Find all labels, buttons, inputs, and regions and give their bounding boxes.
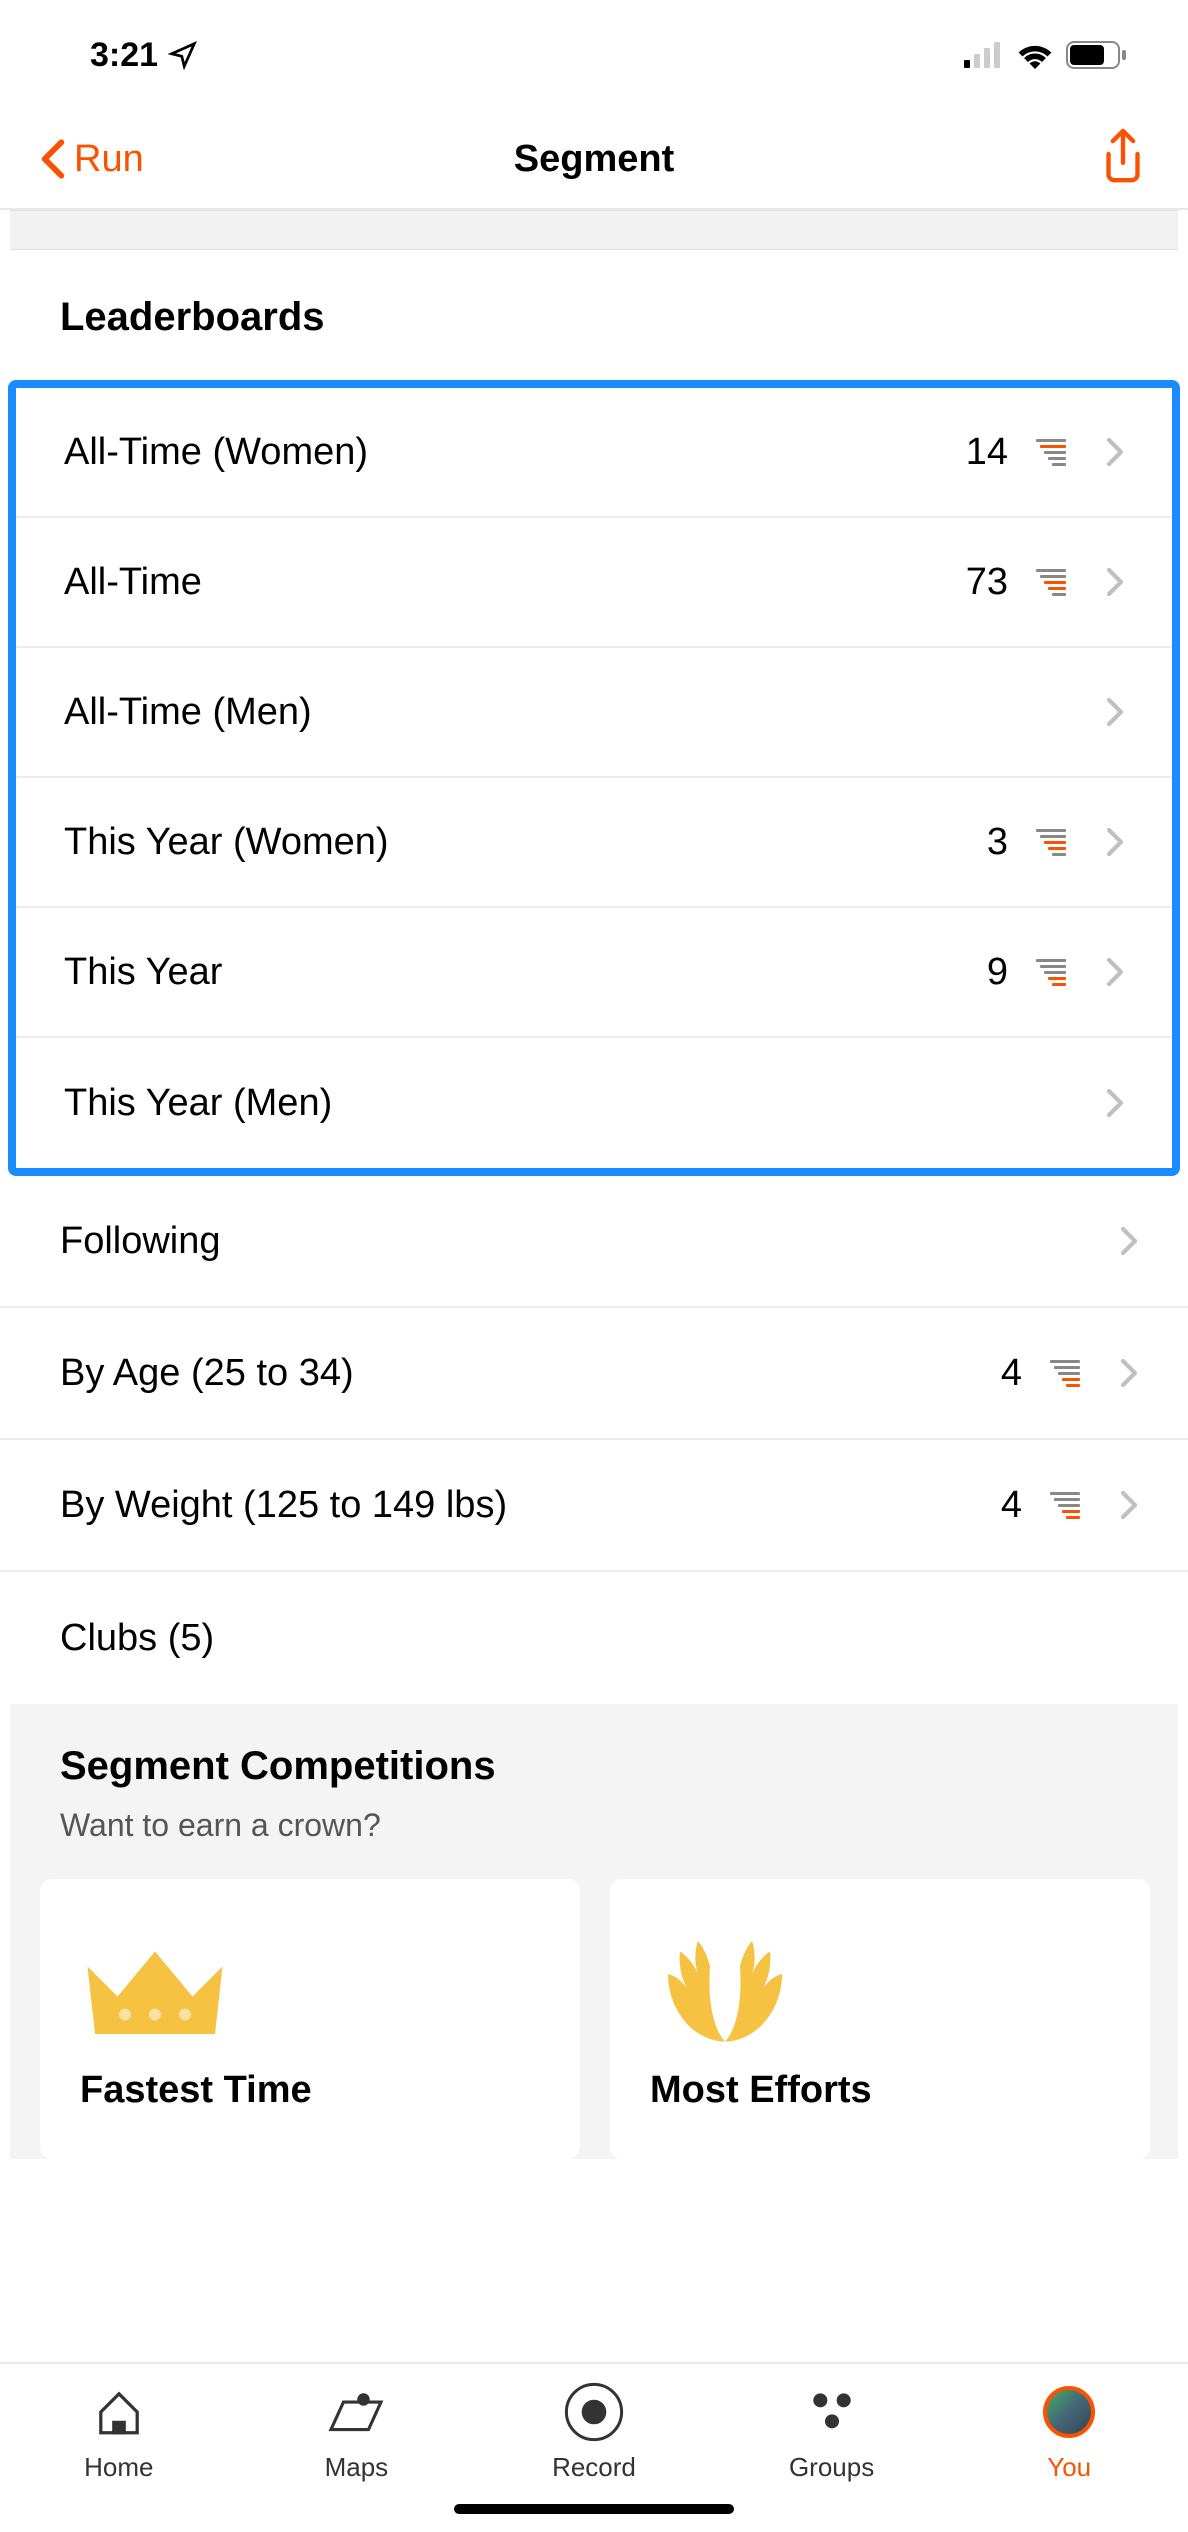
highlighted-leaderboards: All-Time (Women)14All-Time73All-Time (Me…	[8, 380, 1180, 1176]
tab-you[interactable]: You	[950, 2364, 1188, 2532]
rank-icon	[1036, 569, 1066, 596]
avatar-icon	[1043, 2386, 1095, 2438]
leaderboard-value: 4	[1001, 1484, 1022, 1527]
competitions-title: Segment Competitions	[10, 1744, 1178, 1807]
chevron-right-icon	[1106, 827, 1124, 857]
tab-label: Maps	[325, 2452, 389, 2483]
competitions-section: Segment Competitions Want to earn a crow…	[10, 1704, 1178, 2159]
tab-home[interactable]: Home	[0, 2364, 238, 2532]
leaderboard-label: By Weight (125 to 149 lbs)	[60, 1484, 1001, 1527]
tab-label: Groups	[789, 2452, 874, 2483]
leaderboard-row[interactable]: All-Time (Men)	[16, 648, 1172, 778]
chevron-right-icon	[1120, 1226, 1138, 1256]
home-indicator	[454, 2504, 734, 2514]
leaderboard-row[interactable]: All-Time73	[16, 518, 1172, 648]
leaderboard-label: All-Time	[64, 561, 966, 604]
leaderboard-value: 9	[987, 951, 1008, 994]
leaderboard-row[interactable]: By Weight (125 to 149 lbs)4	[0, 1440, 1188, 1572]
competition-card[interactable]: Fastest Time	[40, 1879, 580, 2159]
card-title: Fastest Time	[80, 2069, 540, 2112]
leaderboard-value: 14	[966, 431, 1008, 474]
rank-icon	[1036, 439, 1066, 466]
battery-icon	[1066, 41, 1128, 69]
leaderboard-row[interactable]: This Year (Women)3	[16, 778, 1172, 908]
leaderboard-label: This Year (Women)	[64, 821, 987, 864]
chevron-right-icon	[1120, 1490, 1138, 1520]
competitions-subtitle: Want to earn a crown?	[10, 1807, 1178, 1879]
competition-cards: Fastest Time Most Efforts	[10, 1879, 1178, 2159]
status-indicators	[964, 41, 1128, 69]
leaderboard-row[interactable]: Clubs (5)	[0, 1572, 1188, 1704]
leaderboard-row[interactable]: This Year9	[16, 908, 1172, 1038]
leaderboards-title: Leaderboards	[0, 250, 1188, 380]
status-time-text: 3:21	[90, 36, 158, 75]
signal-icon	[964, 42, 1004, 68]
card-title: Most Efforts	[650, 2069, 1110, 2112]
rank-icon	[1036, 829, 1066, 856]
rank-icon	[1036, 959, 1066, 986]
record-icon	[564, 2382, 624, 2442]
leaderboard-label: Clubs (5)	[60, 1617, 1138, 1660]
divider-strip	[10, 210, 1178, 250]
back-label: Run	[74, 138, 144, 181]
competition-card[interactable]: Most Efforts	[610, 1879, 1150, 2159]
share-icon	[1098, 128, 1148, 186]
chevron-left-icon	[40, 139, 66, 179]
chevron-right-icon	[1106, 437, 1124, 467]
tab-label: Home	[84, 2452, 153, 2483]
leaderboard-label: Following	[60, 1220, 1120, 1263]
leaderboard-label: This Year (Men)	[64, 1082, 1106, 1125]
leaderboard-row[interactable]: Following	[0, 1176, 1188, 1308]
leaderboard-value: 73	[966, 561, 1008, 604]
leaderboard-label: All-Time (Women)	[64, 431, 966, 474]
page-title: Segment	[514, 138, 674, 181]
tab-label: Record	[552, 2452, 636, 2483]
leaderboard-row[interactable]: By Age (25 to 34)4	[0, 1308, 1188, 1440]
leaderboard-row[interactable]: All-Time (Women)14	[16, 388, 1172, 518]
location-arrow-icon	[168, 40, 198, 70]
chevron-right-icon	[1106, 1088, 1124, 1118]
tab-groups[interactable]: Groups	[713, 2364, 951, 2532]
status-bar: 3:21	[0, 0, 1188, 110]
wifi-icon	[1016, 41, 1054, 69]
leaderboard-label: By Age (25 to 34)	[60, 1352, 1001, 1395]
maps-icon	[326, 2386, 386, 2438]
chevron-right-icon	[1120, 1358, 1138, 1388]
groups-icon	[804, 2390, 860, 2434]
laurel-icon	[650, 1929, 800, 2049]
back-button[interactable]: Run	[40, 138, 144, 181]
crown-icon	[80, 1934, 230, 2044]
rank-icon	[1050, 1360, 1080, 1387]
leaderboard-label: This Year	[64, 951, 987, 994]
status-time: 3:21	[90, 36, 198, 75]
share-button[interactable]	[1098, 128, 1148, 191]
home-icon	[93, 2386, 145, 2438]
chevron-right-icon	[1106, 567, 1124, 597]
tab-label: You	[1047, 2452, 1091, 2483]
leaderboard-label: All-Time (Men)	[64, 691, 1106, 734]
leaderboard-row[interactable]: This Year (Men)	[16, 1038, 1172, 1168]
leaderboard-value: 4	[1001, 1352, 1022, 1395]
rank-icon	[1050, 1492, 1080, 1519]
nav-header: Run Segment	[0, 110, 1188, 210]
chevron-right-icon	[1106, 697, 1124, 727]
tab-maps[interactable]: Maps	[238, 2364, 476, 2532]
leaderboard-value: 3	[987, 821, 1008, 864]
other-leaderboards: FollowingBy Age (25 to 34)4By Weight (12…	[0, 1176, 1188, 1704]
chevron-right-icon	[1106, 957, 1124, 987]
